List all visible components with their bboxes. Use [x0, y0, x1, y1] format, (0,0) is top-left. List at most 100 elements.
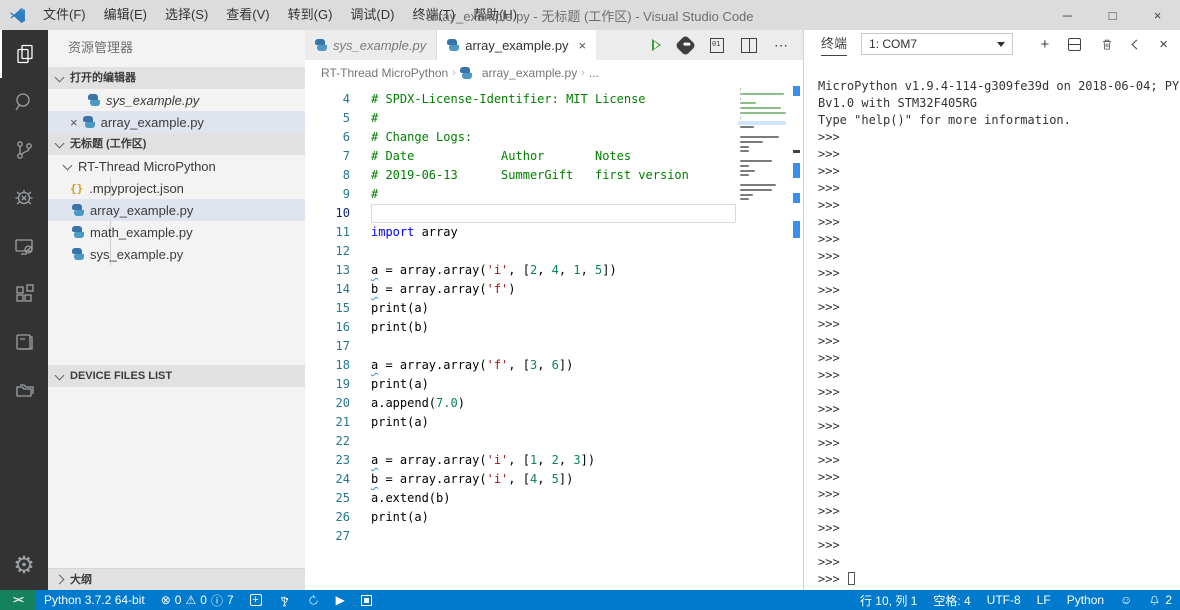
code-line-23[interactable]: 23 a = array.array('i', [1, 2, 3]) — [305, 451, 803, 470]
tree-folder-rt-thread[interactable]: RT-Thread MicroPython — [48, 155, 305, 177]
code-line-10[interactable]: 10 — [305, 204, 803, 223]
rt-thread-run-icon[interactable] — [674, 34, 697, 56]
code-line-22[interactable]: 22 — [305, 432, 803, 451]
menu-item-4[interactable]: 转到(G) — [279, 0, 342, 30]
terminal-output[interactable]: MicroPython v1.9.4-114-g309fe39d on 2018… — [804, 58, 1180, 590]
feedback-smiley-icon[interactable]: ☺ — [1112, 590, 1140, 610]
code-line-21[interactable]: 21 print(a) — [305, 413, 803, 432]
remote-indicator[interactable]: >< — [0, 590, 36, 610]
extensions-icon[interactable] — [0, 270, 48, 318]
code-line-7[interactable]: 7 # Date Author Notes — [305, 147, 803, 166]
split-editor-icon[interactable] — [741, 37, 757, 53]
code-line-19[interactable]: 19 print(a) — [305, 375, 803, 394]
python-interpreter[interactable]: Python 3.7.2 64-bit — [36, 590, 153, 610]
problems-indicator[interactable]: ⊗ 0 ⚠ 0 ⓘ 7 — [153, 590, 242, 610]
outline-header[interactable]: 大纲 — [48, 568, 305, 590]
breadcrumb-separator: › — [452, 67, 456, 79]
sync-icon[interactable] — [299, 590, 328, 610]
tab-close-icon[interactable]: × — [579, 38, 587, 53]
tree-item-array-example[interactable]: array_example.py — [48, 199, 305, 221]
code-line-13[interactable]: 13 a = array.array('i', [2, 4, 1, 5]) — [305, 261, 803, 280]
binary-doc-icon[interactable] — [710, 37, 724, 53]
code-line-15[interactable]: 15 print(a) — [305, 299, 803, 318]
source-control-icon[interactable] — [0, 126, 48, 174]
workspace-header[interactable]: 无标题 (工作区) — [48, 133, 305, 155]
minimize-button[interactable]: ─ — [1045, 0, 1090, 30]
maximize-button[interactable]: □ — [1090, 0, 1135, 30]
debug-icon[interactable] — [0, 174, 48, 222]
code-line-24[interactable]: 24 b = array.array('i', [4, 5]) — [305, 470, 803, 489]
device-monitor-icon[interactable] — [0, 222, 48, 270]
terminal-select[interactable]: 1: COM7 — [861, 33, 1014, 55]
tree-item-mpyproject[interactable]: {} .mpyproject.json — [48, 177, 305, 199]
code-editor[interactable]: 3#4# SPDX-License-Identifier: MIT Licens… — [305, 86, 803, 590]
split-terminal-icon[interactable] — [1068, 37, 1082, 51]
indentation[interactable]: 空格: 4 — [925, 590, 978, 610]
settings-gear-icon[interactable]: ⚙ — [0, 542, 48, 590]
code-line-5[interactable]: 5 # — [305, 109, 803, 128]
chevron-left-icon[interactable] — [1131, 39, 1142, 49]
language-mode[interactable]: Python — [1059, 590, 1112, 610]
add-square-icon[interactable]: + — [242, 590, 270, 610]
play-icon[interactable]: ▶ — [328, 590, 353, 610]
python-file-icon — [82, 116, 95, 128]
terminal-prompt-line: >>> — [818, 487, 840, 501]
code-line-16[interactable]: 16 print(b) — [305, 318, 803, 337]
run-file-icon[interactable] — [652, 39, 661, 51]
terminal-prompt-line: >>> — [818, 571, 1180, 588]
encoding[interactable]: UTF-8 — [979, 590, 1029, 610]
code-line-14[interactable]: 14 b = array.array('f') — [305, 280, 803, 299]
terminal-prompt-line: >>> — [818, 385, 840, 399]
menu-item-3[interactable]: 查看(V) — [217, 0, 278, 30]
code-line-11[interactable]: 11 import array — [305, 223, 803, 242]
python-file-icon — [447, 39, 460, 51]
line-number: 14 — [335, 282, 350, 296]
code-line-12[interactable]: 12 — [305, 242, 803, 261]
menu-item-5[interactable]: 调试(D) — [341, 0, 403, 30]
menu-item-0[interactable]: 文件(F) — [34, 0, 95, 30]
tab-sys-example[interactable]: sys_example.py — [305, 30, 438, 60]
terminal-banner-line: MicroPython v1.9.4-114-g309fe39d on 2018… — [818, 79, 1180, 93]
close-panel-icon[interactable]: × — [1159, 37, 1168, 52]
code-line-25[interactable]: 25 a.extend(b) — [305, 489, 803, 508]
code-line-17[interactable]: 17 — [305, 337, 803, 356]
explorer-icon[interactable] — [0, 30, 48, 78]
code-line-6[interactable]: 6 # Change Logs: — [305, 128, 803, 147]
stop-icon[interactable] — [353, 590, 380, 610]
open-editor-item[interactable]: sys_example.py — [48, 89, 305, 111]
terminal-tab[interactable]: 终端 — [821, 33, 848, 56]
notes-icon[interactable] — [0, 318, 48, 366]
more-actions-icon[interactable]: ⋯ — [774, 38, 789, 52]
kill-terminal-icon[interactable] — [1100, 37, 1114, 52]
code-line-9[interactable]: 9 # — [305, 185, 803, 204]
open-editors-header[interactable]: 打开的编辑器 — [48, 67, 305, 89]
usb-icon[interactable] — [270, 590, 299, 610]
minimap[interactable] — [738, 86, 788, 226]
notifications-bell[interactable]: 2 — [1140, 590, 1180, 610]
open-editor-item[interactable]: × array_example.py — [48, 111, 305, 133]
close-icon[interactable]: × — [70, 115, 78, 130]
tree-item-math-example[interactable]: math_example.py — [48, 221, 305, 243]
terminal-prompt-line: >>> — [818, 402, 840, 416]
device-files-icon[interactable] — [0, 366, 48, 414]
tab-array-example[interactable]: array_example.py × — [437, 30, 598, 60]
bell-icon — [1150, 595, 1160, 605]
line-number: 11 — [335, 225, 350, 239]
code-line-18[interactable]: 18 a = array.array('f', [3, 6]) — [305, 356, 803, 375]
tab-bar: sys_example.py array_example.py × ⋯ — [305, 30, 803, 60]
code-line-8[interactable]: 8 # 2019-06-13 SummerGift first version — [305, 166, 803, 185]
eol[interactable]: LF — [1029, 590, 1059, 610]
code-line-27[interactable]: 27 — [305, 527, 803, 546]
close-button[interactable]: × — [1135, 0, 1180, 30]
code-line-20[interactable]: 20 a.append(7.0) — [305, 394, 803, 413]
device-files-list-header[interactable]: DEVICE FILES LIST — [48, 365, 305, 387]
new-terminal-icon[interactable]: + — [1040, 37, 1049, 52]
menu-item-2[interactable]: 选择(S) — [156, 0, 217, 30]
code-line-4[interactable]: 4 # SPDX-License-Identifier: MIT License — [305, 90, 803, 109]
breadcrumb[interactable]: RT-Thread MicroPython › array_example.py… — [305, 60, 803, 86]
search-icon[interactable] — [0, 78, 48, 126]
cursor-position[interactable]: 行 10, 列 1 — [852, 590, 925, 610]
tree-item-sys-example[interactable]: sys_example.py — [48, 243, 305, 265]
menu-item-1[interactable]: 编辑(E) — [95, 0, 156, 30]
code-line-26[interactable]: 26 print(a) — [305, 508, 803, 527]
